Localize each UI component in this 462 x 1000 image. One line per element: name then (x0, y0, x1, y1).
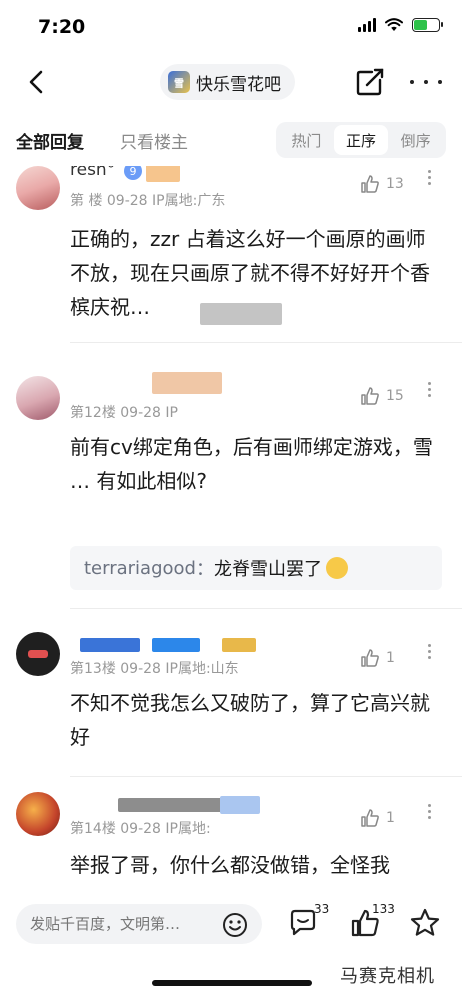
like-button[interactable]: 1 (360, 808, 395, 828)
post-more-icon[interactable] (428, 644, 431, 659)
like-total-count: 133 (372, 902, 395, 916)
star-icon[interactable] (408, 906, 442, 940)
like-count: 15 (386, 388, 404, 404)
tab-all-replies[interactable]: 全部回复 (16, 128, 84, 153)
battery-icon (412, 18, 443, 32)
post-meta: 第13楼 09-28 IP属地:山东 (70, 661, 239, 677)
share-button[interactable] (354, 66, 386, 98)
post-text: 举报了哥，你什么都没做错，全怪我 (70, 853, 390, 877)
thumbs-up-icon (361, 809, 379, 827)
like-count: 1 (386, 810, 395, 826)
reply-input[interactable] (30, 915, 216, 933)
like-button[interactable]: 15 (360, 386, 404, 406)
post-text: 前有cv绑定角色，后有画师绑定游戏，雪 … 有如此相似? (70, 435, 433, 493)
list-item: 第13楼 09-28 IP属地:山东 1 不知不觉我怎么又破防了，算了它高兴就好 (0, 630, 462, 780)
list-item: 第14楼 09-28 IP属地: 1 举报了哥，你什么都没做错，全怪我 (0, 790, 462, 894)
sort-ascending[interactable]: 正序 (333, 125, 389, 155)
comment-count: 33 (314, 902, 330, 916)
reply-input-wrapper[interactable] (16, 904, 262, 944)
sub-reply[interactable]: terrariagood ： 龙脊雪山罢了 (70, 546, 442, 590)
post-more-icon[interactable] (428, 804, 431, 819)
wifi-icon (385, 18, 403, 31)
post-meta: 第14楼 09-28 IP属地: (70, 821, 211, 837)
list-item: resh° 9 第 楼 09-28 IP属地:广东 13 正确的，zzr 占着这… (0, 166, 462, 344)
post-meta: 第 楼 09-28 IP属地:广东 (70, 193, 226, 209)
status-time: 7:20 (38, 16, 86, 38)
more-options-icon[interactable] (410, 70, 442, 94)
like-button[interactable]: 13 (360, 174, 404, 194)
post-text: 不知不觉我怎么又破防了，算了它高兴就好 (70, 691, 430, 749)
post-meta: 第12楼 09-28 IP (70, 405, 178, 421)
status-icons (358, 18, 443, 32)
emoji-icon[interactable] (222, 912, 248, 938)
status-bar: 7:20 (0, 0, 462, 56)
forum-avatar: 雪 (168, 71, 190, 93)
sort-segmented-control: 热门 正序 倒序 (276, 122, 446, 158)
like-count: 1 (386, 650, 395, 666)
thumbs-up-icon (361, 649, 379, 667)
thumbs-up-icon (361, 175, 379, 193)
share-icon (356, 68, 384, 96)
thumbs-up-icon (361, 387, 379, 405)
like-count: 13 (386, 176, 404, 192)
chevron-left-icon (29, 70, 43, 94)
watermark: 马赛克相机 (340, 966, 435, 987)
username[interactable]: resh° (70, 166, 115, 180)
divider (70, 342, 462, 343)
filter-bar: 全部回复 只看楼主 热门 正序 倒序 (0, 118, 462, 162)
sub-reply-text: 龙脊雪山罢了 (213, 559, 322, 580)
grin-emoji-icon (325, 557, 348, 579)
list-item: 第12楼 09-28 IP 15 前有cv绑定角色，后有画师绑定游戏，雪 … 有… (0, 368, 462, 620)
avatar[interactable] (16, 632, 60, 676)
sub-reply-user[interactable]: terrariagood (84, 558, 196, 579)
sort-hot[interactable]: 热门 (279, 125, 334, 155)
nav-bar: 雪 快乐雪花吧 (0, 56, 462, 108)
avatar[interactable] (16, 792, 60, 836)
divider (70, 776, 462, 777)
back-button[interactable] (22, 66, 50, 98)
forum-pill[interactable]: 雪 快乐雪花吧 (160, 64, 295, 100)
tab-author-only[interactable]: 只看楼主 (120, 128, 188, 153)
forum-name: 快乐雪花吧 (196, 74, 281, 95)
cellular-signal-icon (358, 18, 376, 32)
post-more-icon[interactable] (428, 170, 431, 185)
like-button[interactable]: 1 (360, 648, 395, 668)
sort-descending[interactable]: 倒序 (388, 125, 443, 155)
avatar[interactable] (16, 376, 60, 420)
home-indicator (152, 980, 312, 986)
avatar[interactable] (16, 166, 60, 210)
post-more-icon[interactable] (428, 382, 431, 397)
bottom-bar: 33 133 (0, 894, 462, 954)
divider (70, 608, 462, 609)
reply-list: resh° 9 第 楼 09-28 IP属地:广东 13 正确的，zzr 占着这… (0, 166, 462, 894)
level-badge: 9 (124, 166, 142, 180)
